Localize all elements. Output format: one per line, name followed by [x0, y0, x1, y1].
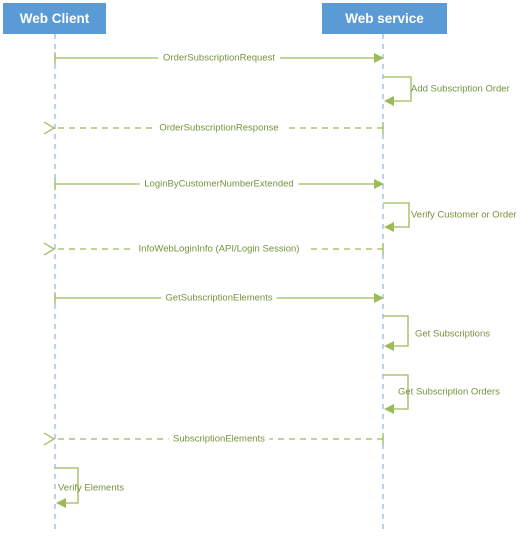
- message-label: Verify Elements: [58, 483, 124, 494]
- message-label: OrderSubscriptionResponse: [159, 123, 278, 134]
- message-label: GetSubscriptionElements: [165, 293, 272, 304]
- arrow-head-icon: [384, 404, 394, 414]
- self-message-path: [383, 76, 412, 102]
- arrow-head-open-icon: [43, 432, 56, 446]
- message-label: OrderSubscriptionRequest: [163, 53, 275, 64]
- message-2-self: Add Subscription Order: [383, 76, 510, 106]
- message-9-self: Get Subscription Orders: [383, 374, 500, 414]
- arrow-head-icon: [384, 341, 394, 351]
- message-label: LoginByCustomerNumberExtended: [144, 179, 293, 190]
- arrow-head-icon: [384, 96, 394, 106]
- message-11-self: Verify Elements: [55, 467, 124, 508]
- arrow-head-open-icon: [43, 242, 56, 256]
- message-3-return: OrderSubscriptionResponse: [43, 121, 384, 135]
- participant-web-service[interactable]: Web service: [322, 3, 447, 34]
- self-message-path: [383, 202, 410, 228]
- participant-label: Web service: [345, 11, 424, 26]
- arrow-head-open-icon: [43, 121, 56, 135]
- messages-layer: OrderSubscriptionRequest Add Subscription…: [43, 51, 517, 508]
- message-4-call: LoginByCustomerNumberExtended: [54, 177, 384, 191]
- message-label: InfoWebLoginInfo (API/Login Session): [139, 244, 300, 255]
- lifelines-layer: [54, 34, 384, 533]
- message-6-return: InfoWebLoginInfo (API/Login Session): [43, 242, 384, 256]
- message-5-self: Verify Customer or Order: [383, 202, 517, 232]
- participant-label: Web Client: [20, 11, 90, 26]
- message-label: Verify Customer or Order: [411, 210, 517, 221]
- message-label: SubscriptionElements: [173, 434, 265, 445]
- arrow-head-icon: [56, 498, 66, 508]
- message-label: Add Subscription Order: [411, 84, 510, 95]
- participant-web-client[interactable]: Web Client: [3, 3, 106, 34]
- message-8-self: Get Subscriptions: [383, 315, 490, 351]
- message-1-call: OrderSubscriptionRequest: [54, 51, 384, 65]
- sequence-diagram-canvas: OrderSubscriptionRequest Add Subscription…: [0, 0, 529, 537]
- arrow-head-icon: [384, 222, 394, 232]
- sequence-diagram-svg: OrderSubscriptionRequest Add Subscription…: [3, 3, 517, 533]
- message-10-return: SubscriptionElements: [43, 432, 384, 446]
- message-label: Get Subscription Orders: [398, 387, 500, 398]
- message-label: Get Subscriptions: [415, 329, 490, 340]
- participants-layer: Web Client Web service: [3, 3, 447, 34]
- self-message-path: [383, 315, 409, 347]
- message-7-call: GetSubscriptionElements: [54, 291, 384, 305]
